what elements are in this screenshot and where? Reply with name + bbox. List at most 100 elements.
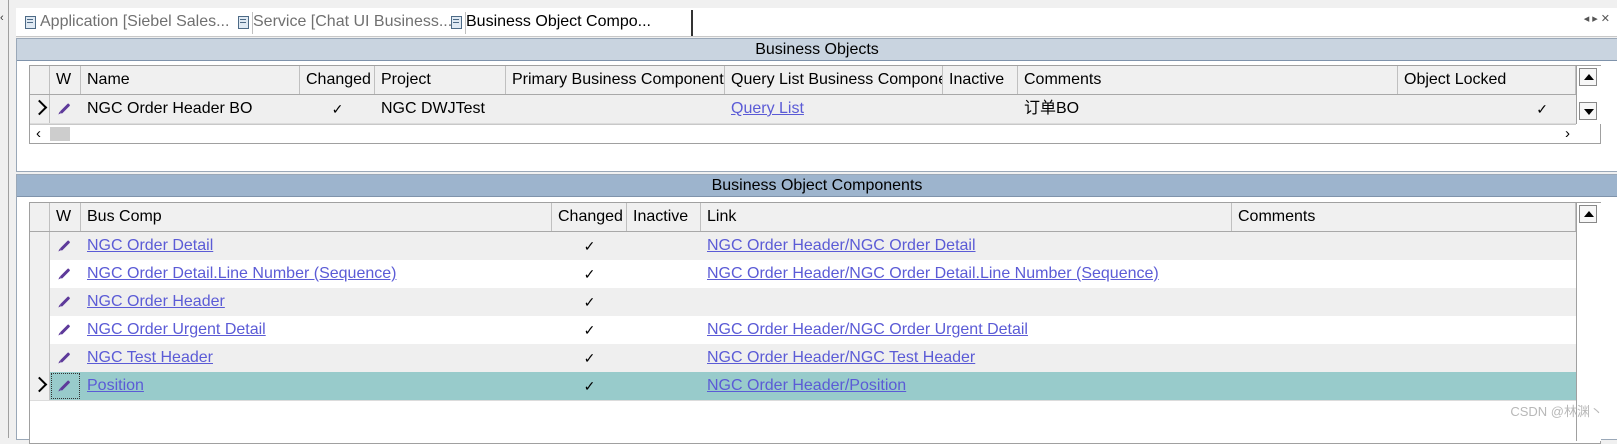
comments-cell[interactable] — [1232, 372, 1576, 400]
link-cell[interactable] — [701, 288, 1232, 316]
column-header-w[interactable]: W — [50, 66, 81, 94]
bus-comp-cell[interactable]: NGC Order Detail — [81, 232, 552, 260]
business-object-components-panel: Business Object Components W Bus Comp Ch… — [16, 174, 1617, 444]
horizontal-scrollbar[interactable]: ‹ › — [30, 124, 1576, 143]
tab-service[interactable]: Service [Chat UI Business... — [233, 10, 452, 34]
w-cell — [50, 95, 81, 123]
table-row[interactable]: NGC Order Detail ✓ NGC Order Header/NGC … — [30, 232, 1576, 261]
comments-cell[interactable] — [1232, 232, 1576, 260]
row-selector[interactable] — [30, 232, 50, 260]
tab-application[interactable]: Application [Siebel Sales... — [20, 10, 229, 34]
column-header-primary-business-component[interactable]: Primary Business Component — [506, 66, 725, 94]
bus-comp-link[interactable]: NGC Order Detail.Line Number (Sequence) — [87, 265, 396, 282]
business-object-components-grid: W Bus Comp Changed Inactive Link Comment… — [29, 202, 1601, 444]
inactive-cell[interactable] — [943, 95, 1018, 123]
comments-cell[interactable] — [1232, 316, 1576, 344]
scroll-up-button[interactable] — [1579, 68, 1597, 86]
bus-comp-link[interactable]: NGC Order Header — [87, 293, 225, 310]
column-header-changed[interactable]: Changed — [300, 66, 375, 94]
column-header-comments[interactable]: Comments — [1232, 203, 1576, 231]
scroll-down-button[interactable] — [1579, 102, 1597, 120]
bus-comp-link[interactable]: NGC Test Header — [87, 349, 213, 366]
column-header-inactive[interactable]: Inactive — [627, 203, 701, 231]
business-objects-panel: Business Objects W Name Changed Project … — [16, 38, 1617, 172]
column-header-comments[interactable]: Comments — [1018, 66, 1398, 94]
link-cell[interactable]: NGC Order Header/NGC Order Urgent Detail — [701, 316, 1232, 344]
link-cell[interactable]: NGC Order Header/NGC Order Detail.Line N… — [701, 260, 1232, 288]
row-selector[interactable] — [30, 95, 50, 123]
tab-scroll-controls[interactable]: ◂▸✕ — [1584, 12, 1613, 25]
query-list-cell[interactable]: Query List — [725, 95, 943, 123]
query-list-link[interactable]: Query List — [731, 100, 804, 117]
changed-check: ✓ — [583, 350, 596, 366]
column-header-inactive[interactable]: Inactive — [943, 66, 1018, 94]
inactive-cell[interactable] — [627, 260, 701, 288]
link-cell[interactable]: NGC Order Header/NGC Order Detail — [701, 232, 1232, 260]
link-link[interactable]: NGC Order Header/NGC Order Urgent Detail — [707, 321, 1028, 338]
bus-comp-cell[interactable]: Position — [81, 372, 552, 400]
inactive-cell[interactable] — [627, 372, 701, 400]
name-cell[interactable]: NGC Order Header BO — [81, 95, 300, 123]
scroll-up-button[interactable] — [1579, 205, 1597, 223]
column-header-link[interactable]: Link — [701, 203, 1232, 231]
column-header-changed[interactable]: Changed — [552, 203, 627, 231]
bus-comp-link[interactable]: Position — [87, 377, 144, 394]
inactive-cell[interactable] — [627, 232, 701, 260]
link-link[interactable]: NGC Order Header/NGC Order Detail — [707, 237, 976, 254]
bus-comp-link[interactable]: NGC Order Detail — [87, 237, 213, 254]
comments-cell[interactable] — [1232, 344, 1576, 372]
project-cell[interactable]: NGC DWJTest — [375, 95, 506, 123]
table-row[interactable]: NGC Order Urgent Detail ✓ NGC Order Head… — [30, 316, 1576, 345]
arrow-down-icon — [1584, 109, 1594, 115]
link-link[interactable]: NGC Order Header/NGC Test Header — [707, 349, 975, 366]
link-cell[interactable]: NGC Order Header/NGC Test Header — [701, 344, 1232, 372]
bus-comp-link[interactable]: NGC Order Urgent Detail — [87, 321, 266, 338]
bus-comp-cell[interactable]: NGC Order Header — [81, 288, 552, 316]
row-selector[interactable] — [30, 316, 50, 344]
table-row[interactable]: NGC Order Detail.Line Number (Sequence) … — [30, 260, 1576, 289]
column-header-name[interactable]: Name — [81, 66, 300, 94]
comments-cell[interactable] — [1232, 288, 1576, 316]
table-row[interactable]: NGC Order Header ✓ — [30, 288, 1576, 317]
scroll-thumb[interactable] — [50, 127, 70, 141]
column-header-query-list-business-component[interactable]: Query List Business Compone — [725, 66, 943, 94]
bus-comp-cell[interactable]: NGC Order Urgent Detail — [81, 316, 552, 344]
column-header-w[interactable]: W — [50, 203, 81, 231]
comments-cell[interactable] — [1232, 260, 1576, 288]
table-row[interactable]: NGC Test Header ✓ NGC Order Header/NGC T… — [30, 344, 1576, 373]
selector-header — [30, 66, 50, 94]
row-selector[interactable] — [30, 344, 50, 372]
column-header-project[interactable]: Project — [375, 66, 506, 94]
collapse-arrow-icon[interactable]: ‹ — [0, 12, 4, 24]
link-cell[interactable]: NGC Order Header/Position — [701, 372, 1232, 400]
tab-divider-active — [691, 10, 693, 36]
tab-label: Application [Siebel Sales... — [40, 13, 230, 30]
changed-check: ✓ — [331, 101, 344, 117]
scroll-left-icon[interactable]: ‹ — [36, 125, 41, 142]
bus-comp-cell[interactable]: NGC Order Detail.Line Number (Sequence) — [81, 260, 552, 288]
inactive-cell[interactable] — [627, 288, 701, 316]
changed-check: ✓ — [583, 294, 596, 310]
column-header-object-locked[interactable]: Object Locked — [1398, 66, 1576, 94]
column-header-bus-comp[interactable]: Bus Comp — [81, 203, 552, 231]
link-link[interactable]: NGC Order Header/NGC Order Detail.Line N… — [707, 265, 1159, 282]
tab-business-object-components[interactable]: Business Object Compo... — [446, 10, 651, 34]
row-selector[interactable] — [30, 372, 50, 400]
inactive-cell[interactable] — [627, 316, 701, 344]
comments-cell[interactable]: 订单BO — [1018, 95, 1398, 123]
w-cell — [50, 288, 81, 316]
vertical-scrollbar[interactable] — [1576, 66, 1601, 124]
scroll-right-icon[interactable]: › — [1565, 125, 1570, 142]
pencil-icon — [59, 296, 71, 307]
row-selector[interactable] — [30, 288, 50, 316]
link-link[interactable]: NGC Order Header/Position — [707, 377, 906, 394]
tab-label: Service [Chat UI Business... — [253, 13, 453, 30]
table-row[interactable]: NGC Order Header BO ✓ NGC DWJTest Query … — [30, 95, 1576, 124]
inactive-cell[interactable] — [627, 344, 701, 372]
w-cell — [50, 260, 81, 288]
table-row-selected[interactable]: Position ✓ NGC Order Header/Position — [30, 372, 1576, 401]
bus-comp-cell[interactable]: NGC Test Header — [81, 344, 552, 372]
row-selector[interactable] — [30, 260, 50, 288]
changed-check: ✓ — [583, 266, 596, 282]
primary-bc-cell[interactable] — [506, 95, 725, 123]
